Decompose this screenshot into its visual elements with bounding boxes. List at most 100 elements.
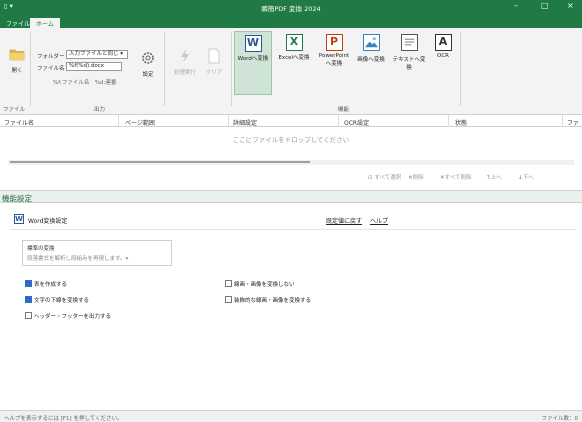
run-button[interactable]: 処理実行 xyxy=(170,48,200,76)
ribbon-tabs: ファイル ホーム xyxy=(0,14,582,28)
text-convert-button[interactable]: テキストへ変換 xyxy=(390,31,428,95)
filename-input[interactable]: %f(%d).docx xyxy=(66,62,122,71)
folder-select[interactable]: 入力ファイルと同じ ▾ xyxy=(66,50,128,59)
checkbox-unchecked-icon xyxy=(225,280,232,287)
word-icon: W xyxy=(244,35,262,52)
move-down-button[interactable]: ↓下へ xyxy=(518,173,534,181)
no-graphics-checkbox[interactable]: 線画・画像を変換しない xyxy=(225,280,295,288)
move-down-label: 下へ xyxy=(522,175,534,181)
delete-all-button[interactable]: ✕すべて削除 xyxy=(440,173,472,181)
status-bar: ヘルプを表示するには [F1] を押してください。 ファイル数：0 xyxy=(0,410,582,422)
gear-icon xyxy=(142,52,154,64)
move-up-button[interactable]: ↑上へ xyxy=(486,173,502,181)
column-divider xyxy=(228,115,229,127)
column-divider xyxy=(562,115,563,127)
excel-icon: X xyxy=(285,34,303,51)
column-detail-settings[interactable]: 詳細設定 xyxy=(233,118,257,127)
scrollbar-thumb[interactable] xyxy=(10,161,310,163)
delete-label: 削除 xyxy=(412,175,424,181)
column-divider xyxy=(448,115,449,127)
create-table-label: 表を作成する xyxy=(34,282,68,288)
tab-home[interactable]: ホーム xyxy=(30,18,60,28)
settings-label: 設定 xyxy=(142,72,154,78)
open-label: 開く xyxy=(11,68,23,74)
reset-defaults-link[interactable]: 既定値に戻す xyxy=(326,216,362,225)
title-bar: ▯ ▾ 瞬簡PDF 変換 2024 – □ × xyxy=(0,0,582,14)
ribbon-separator xyxy=(460,32,461,106)
conversion-mode-select[interactable]: 標準の変換 段落書式を解析し段組みを再現します。▾ xyxy=(22,240,172,266)
feature-settings-title: 機能設定 xyxy=(2,194,32,203)
column-filename[interactable]: ファイル名 xyxy=(4,118,34,127)
column-status[interactable]: 状態 xyxy=(455,118,467,127)
select-all-button[interactable]: ⊡ すべて選択 xyxy=(368,173,401,181)
conversion-mode-desc: 段落書式を解析し段組みを再現します。▾ xyxy=(27,256,129,262)
filename-label: ファイル名 xyxy=(37,66,65,72)
decorative-graphics-checkbox[interactable]: 装飾的な線画・画像を変換する xyxy=(225,296,311,304)
create-table-checkbox[interactable]: 表を作成する xyxy=(25,280,67,288)
column-ocr-settings[interactable]: OCR設定 xyxy=(344,118,369,127)
feature-settings-header: 機能設定 xyxy=(0,190,582,203)
settings-button[interactable]: 設定 xyxy=(138,50,158,78)
ribbon-separator xyxy=(164,32,165,106)
image-convert-button[interactable]: 画像へ変換 xyxy=(354,31,388,95)
file-group-label: ファイル xyxy=(3,107,26,113)
clear-button[interactable]: クリア xyxy=(202,48,226,76)
filename-hint: %f:ファイル名 %d:連番 xyxy=(53,80,117,86)
excel-convert-button[interactable]: X Excelへ変換 xyxy=(274,31,314,95)
word-icon: W xyxy=(14,214,24,224)
checkbox-checked-icon xyxy=(25,296,32,303)
open-button[interactable]: 開く xyxy=(6,46,28,74)
ocr-button[interactable]: A OCR xyxy=(430,31,456,95)
column-divider xyxy=(338,115,339,127)
lightning-icon xyxy=(181,49,189,63)
file-count: ファイル数：0 xyxy=(541,416,579,422)
image-convert-label: 画像へ変換 xyxy=(357,57,385,63)
run-label: 処理実行 xyxy=(173,70,196,76)
folder-icon xyxy=(9,49,25,61)
underline-checkbox[interactable]: 文字の下線を変換する xyxy=(25,296,89,304)
drop-zone-message[interactable]: ここにファイルをドロップしてください xyxy=(0,134,582,144)
folder-label: フォルダー xyxy=(37,54,65,60)
header-footer-checkbox[interactable]: ヘッダー・フッターを出力する xyxy=(25,312,111,320)
column-page-range[interactable]: ページ範囲 xyxy=(125,118,155,127)
text-convert-label: テキストへ変換 xyxy=(392,57,426,71)
ribbon-separator xyxy=(231,32,232,106)
help-link[interactable]: ヘルプ xyxy=(370,216,388,225)
ocr-icon: A xyxy=(434,34,452,51)
output-group-label: 出力 xyxy=(94,107,106,113)
ribbon: 開く ファイル フォルダー 入力ファイルと同じ ▾ ファイル名 %f(%d).d… xyxy=(0,28,582,115)
text-icon xyxy=(400,34,418,51)
powerpoint-convert-button[interactable]: P PowerPoint へ変換 xyxy=(316,31,352,95)
header-footer-label: ヘッダー・フッターを出力する xyxy=(34,314,112,320)
powerpoint-convert-label: PowerPoint へ変換 xyxy=(318,53,350,67)
powerpoint-icon: P xyxy=(325,34,343,51)
delete-all-label: すべて削除 xyxy=(444,175,472,181)
excel-convert-label: Excelへ変換 xyxy=(278,55,310,61)
delete-button[interactable]: ✕削除 xyxy=(408,173,424,181)
word-convert-label: Wordへ変換 xyxy=(237,56,269,62)
column-divider xyxy=(118,115,119,127)
maximize-button[interactable]: □ xyxy=(541,2,549,10)
image-icon xyxy=(362,34,380,51)
checkbox-unchecked-icon xyxy=(225,296,232,303)
no-graphics-label: 線画・画像を変換しない xyxy=(234,282,295,288)
ribbon-separator xyxy=(30,32,31,106)
decorative-graphics-label: 装飾的な線画・画像を変換する xyxy=(234,298,312,304)
column-file-extra[interactable]: ファ xyxy=(567,118,579,127)
minimize-button[interactable]: – xyxy=(514,2,518,10)
clear-document-icon xyxy=(208,48,220,64)
move-up-label: 上へ xyxy=(490,175,502,181)
clear-label: クリア xyxy=(205,70,223,76)
word-convert-button[interactable]: W Wordへ変換 xyxy=(234,31,272,95)
checkbox-unchecked-icon xyxy=(25,312,32,319)
word-settings-title: Word変換設定 xyxy=(28,218,68,225)
function-group-label: 機能 xyxy=(338,107,350,113)
status-help-text: ヘルプを表示するには [F1] を押してください。 xyxy=(4,416,123,422)
file-table-header: ファイル名 ページ範囲 詳細設定 OCR設定 状態 ファ xyxy=(0,115,582,127)
divider xyxy=(10,229,576,230)
window-title: 瞬簡PDF 変換 2024 xyxy=(261,5,321,13)
close-button[interactable]: × xyxy=(567,2,574,10)
underline-label: 文字の下線を変換する xyxy=(34,298,90,304)
ocr-label: OCR xyxy=(437,53,449,59)
conversion-mode-title: 標準の変換 xyxy=(27,246,55,252)
